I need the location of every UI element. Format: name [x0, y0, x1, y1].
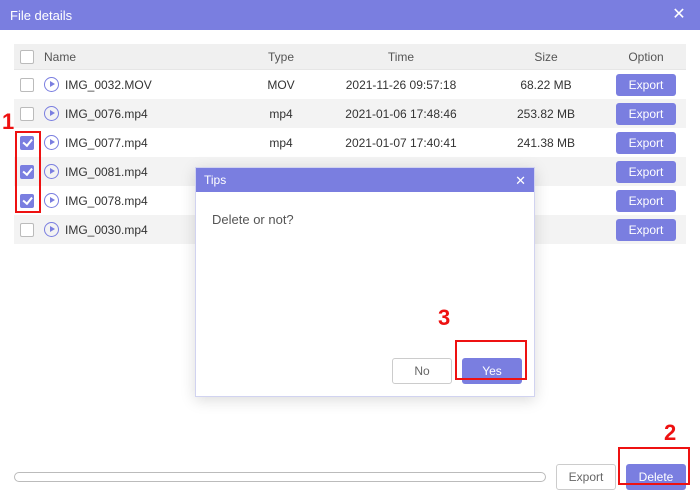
col-header-time: Time [316, 50, 486, 64]
table-row[interactable]: IMG_0077.mp4 mp42021-01-07 17:40:41241.38… [14, 128, 686, 157]
dialog-message: Delete or not? [196, 192, 534, 346]
file-time: 2021-01-06 17:48:46 [316, 107, 486, 121]
file-type: mp4 [246, 107, 316, 121]
row-export-button[interactable]: Export [616, 190, 676, 212]
dialog-footer: No Yes [196, 346, 534, 396]
select-all-checkbox[interactable] [20, 50, 34, 64]
row-export-button[interactable]: Export [616, 103, 676, 125]
row-export-button[interactable]: Export [616, 161, 676, 183]
titlebar: File details ✕ [0, 0, 700, 30]
row-checkbox[interactable] [20, 78, 34, 92]
file-size: 241.38 MB [486, 136, 606, 150]
confirm-dialog: Tips ✕ Delete or not? No Yes [195, 167, 535, 397]
dialog-no-button[interactable]: No [392, 358, 452, 384]
play-preview-icon[interactable] [44, 164, 59, 179]
file-type: MOV [246, 78, 316, 92]
table-row[interactable]: IMG_0076.mp4 mp42021-01-06 17:48:46253.82… [14, 99, 686, 128]
file-name: IMG_0032.MOV [65, 78, 152, 92]
dialog-title: Tips [204, 173, 226, 187]
row-export-button[interactable]: Export [616, 132, 676, 154]
col-header-size: Size [486, 50, 606, 64]
file-time: 2021-11-26 09:57:18 [316, 78, 486, 92]
file-size: 68.22 MB [486, 78, 606, 92]
table-header: Name Type Time Size Option [14, 44, 686, 70]
row-export-button[interactable]: Export [616, 74, 676, 96]
file-name: IMG_0076.mp4 [65, 107, 148, 121]
play-preview-icon[interactable] [44, 193, 59, 208]
table-row[interactable]: IMG_0032.MOV MOV2021-11-26 09:57:1868.22 … [14, 70, 686, 99]
export-all-button[interactable]: Export [556, 464, 616, 490]
window-title: File details [10, 8, 72, 23]
footer: Export Delete [14, 464, 686, 490]
dialog-yes-button[interactable]: Yes [462, 358, 522, 384]
row-checkbox[interactable] [20, 136, 34, 150]
play-preview-icon[interactable] [44, 135, 59, 150]
col-header-option: Option [606, 50, 686, 64]
row-checkbox[interactable] [20, 165, 34, 179]
dialog-close-icon[interactable]: ✕ [515, 174, 526, 187]
file-type: mp4 [246, 136, 316, 150]
play-preview-icon[interactable] [44, 222, 59, 237]
file-name: IMG_0030.mp4 [65, 223, 148, 237]
file-size: 253.82 MB [486, 107, 606, 121]
file-name: IMG_0078.mp4 [65, 194, 148, 208]
row-checkbox[interactable] [20, 107, 34, 121]
col-header-name: Name [40, 50, 246, 64]
file-time: 2021-01-07 17:40:41 [316, 136, 486, 150]
row-export-button[interactable]: Export [616, 219, 676, 241]
play-preview-icon[interactable] [44, 77, 59, 92]
file-name: IMG_0077.mp4 [65, 136, 148, 150]
col-header-type: Type [246, 50, 316, 64]
delete-button[interactable]: Delete [626, 464, 686, 490]
row-checkbox[interactable] [20, 194, 34, 208]
dialog-titlebar: Tips ✕ [196, 168, 534, 192]
progress-bar [14, 472, 546, 482]
play-preview-icon[interactable] [44, 106, 59, 121]
close-icon[interactable]: ✕ [668, 4, 690, 26]
file-name: IMG_0081.mp4 [65, 165, 148, 179]
row-checkbox[interactable] [20, 223, 34, 237]
